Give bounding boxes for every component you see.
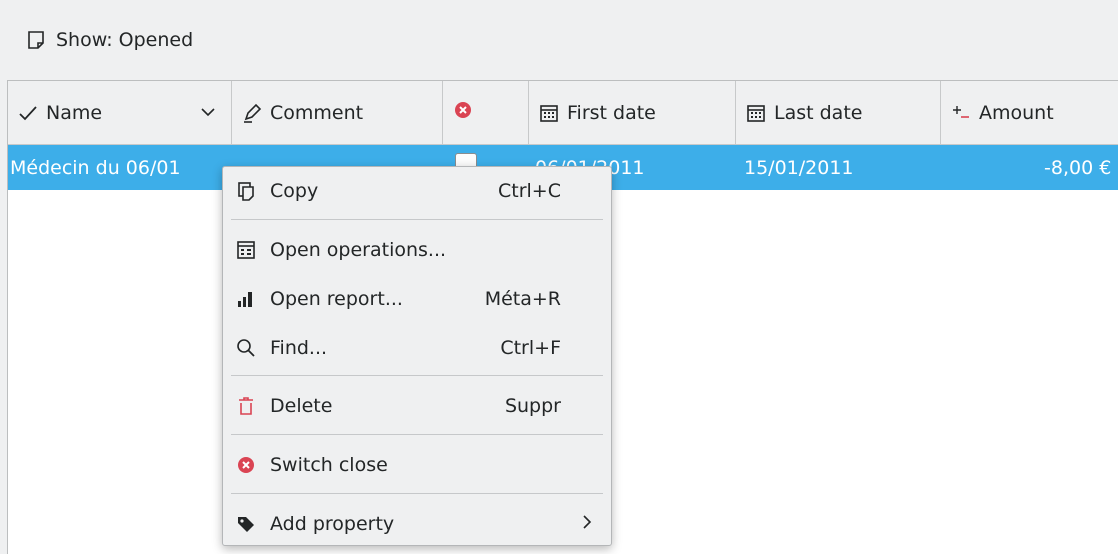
column-header-amount[interactable]: Amount <box>941 81 1118 144</box>
menu-separator <box>231 219 603 220</box>
menu-item-shortcut: Méta+R <box>484 288 561 310</box>
cell-last-date: 15/01/2011 <box>744 156 854 179</box>
menu-separator <box>231 434 603 435</box>
chevron-right-icon <box>581 513 593 535</box>
menu-item-switch-close[interactable]: Switch close <box>223 441 611 489</box>
menu-item-open-report[interactable]: Open report... Méta+R <box>223 275 611 323</box>
calendar-icon <box>539 103 559 123</box>
column-header-last-date[interactable]: Last date <box>736 81 941 144</box>
calendar-icon <box>746 103 766 123</box>
column-header-name[interactable]: Name <box>8 81 232 144</box>
menu-separator <box>231 375 603 376</box>
menu-item-open-operations[interactable]: Open operations... <box>223 226 611 274</box>
tag-icon <box>235 513 257 535</box>
menu-item-shortcut: Ctrl+C <box>498 180 561 202</box>
column-header-label: Last date <box>774 101 863 124</box>
menu-item-label: Copy <box>270 180 319 202</box>
column-header-label: First date <box>567 101 656 124</box>
copy-icon <box>235 180 257 202</box>
chevron-down-icon[interactable] <box>200 103 216 125</box>
menu-separator <box>231 493 603 494</box>
checkmark-icon <box>18 104 38 122</box>
column-header-label: Comment <box>270 101 364 124</box>
menu-item-label: Add property <box>270 513 395 535</box>
menu-item-label: Delete <box>270 395 333 417</box>
column-header-closed[interactable] <box>443 81 529 144</box>
pencil-icon <box>242 103 262 123</box>
close-circle-icon <box>235 454 257 476</box>
menu-item-delete[interactable]: Delete Suppr <box>223 382 611 430</box>
trash-icon <box>235 395 257 417</box>
menu-item-add-property[interactable]: Add property <box>223 500 611 548</box>
table-header: Name Comment First date Last date Amount <box>8 81 1118 145</box>
bar-chart-icon <box>235 288 257 310</box>
menu-item-copy[interactable]: Copy Ctrl+C <box>223 167 611 215</box>
menu-item-label: Switch close <box>270 454 388 476</box>
filter-label[interactable]: Show: Opened <box>56 29 193 51</box>
filter-bar[interactable]: Show: Opened <box>0 0 1118 80</box>
column-header-label: Name <box>46 101 103 124</box>
menu-item-shortcut: Ctrl+F <box>500 337 561 359</box>
cell-name: Médecin du 06/01 <box>10 156 181 179</box>
menu-item-label: Open report... <box>270 288 403 310</box>
menu-item-label: Open operations... <box>270 239 447 261</box>
plus-minus-icon <box>951 103 971 123</box>
note-icon <box>26 29 46 51</box>
menu-item-label: Find... <box>270 337 328 359</box>
cell-amount: -8,00 € <box>1044 156 1112 179</box>
menu-item-find[interactable]: Find... Ctrl+F <box>223 324 611 372</box>
column-header-comment[interactable]: Comment <box>232 81 443 144</box>
column-header-first-date[interactable]: First date <box>529 81 736 144</box>
search-icon <box>235 337 257 359</box>
column-header-label: Amount <box>979 101 1054 124</box>
operations-icon <box>235 239 257 261</box>
context-menu: Copy Ctrl+C Open operations... Open repo… <box>222 166 612 546</box>
closed-status-icon <box>453 100 473 125</box>
menu-item-shortcut: Suppr <box>504 395 561 417</box>
